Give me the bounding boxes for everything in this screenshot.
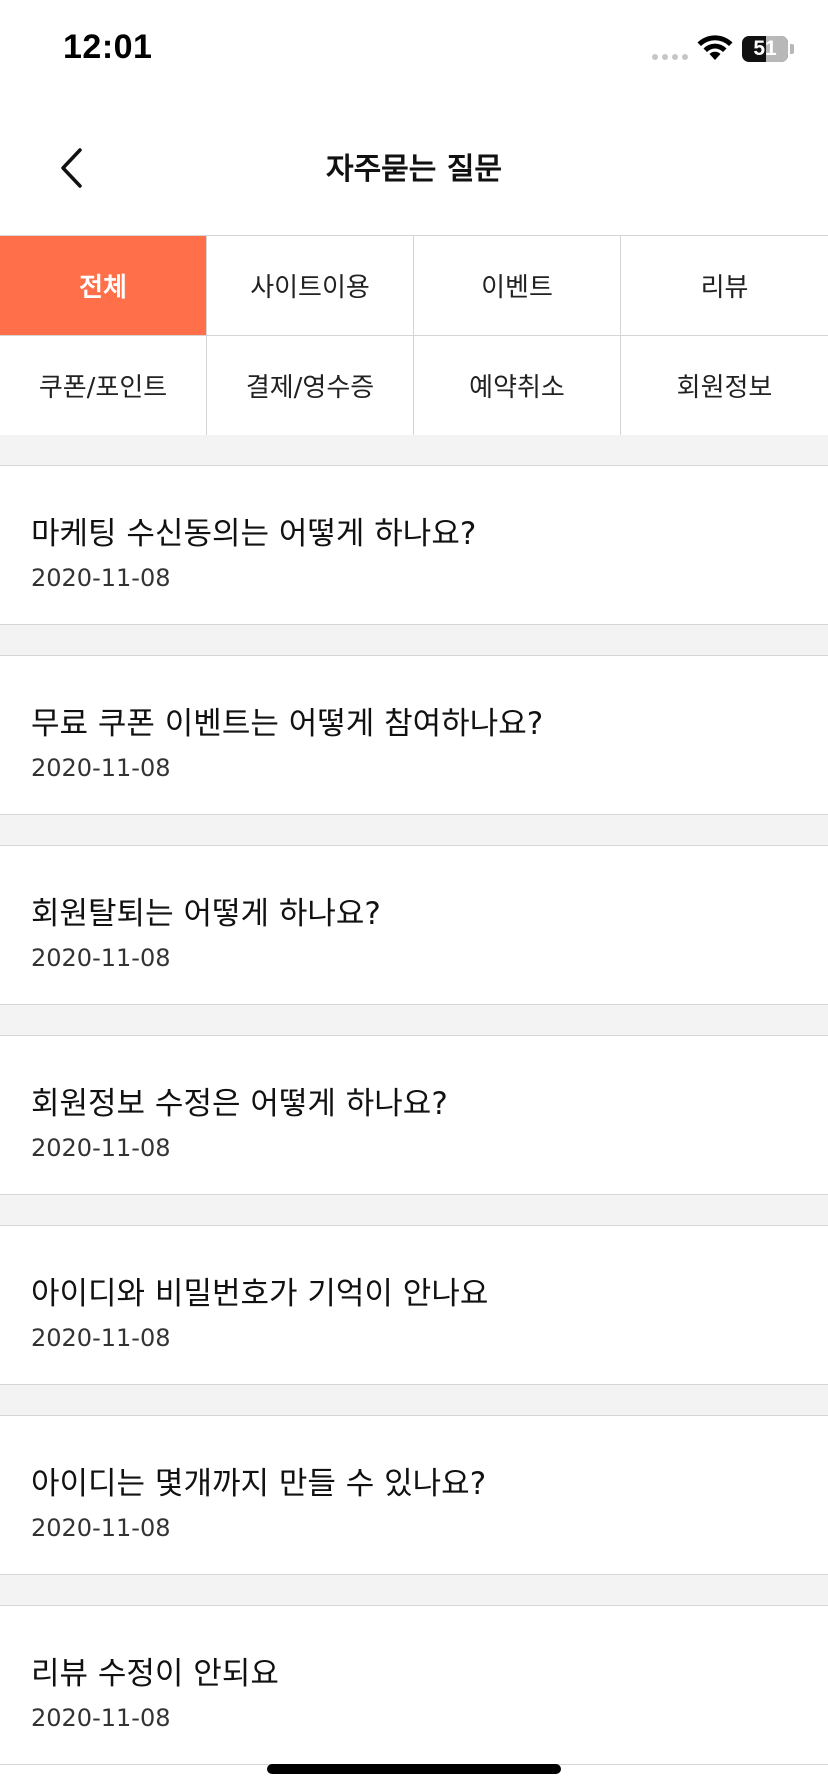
- faq-item[interactable]: 리뷰 수정이 안되요 2020-11-08: [0, 1605, 828, 1765]
- tab-reservation-cancel[interactable]: 예약취소: [414, 336, 621, 436]
- tab-payment-receipt[interactable]: 결제/영수증: [207, 336, 414, 436]
- tab-review[interactable]: 리뷰: [621, 236, 828, 336]
- wifi-icon: [697, 35, 733, 60]
- faq-date: 2020-11-08: [31, 564, 171, 592]
- page-title: 자주묻는 질문: [325, 152, 503, 187]
- faq-question: 무료 쿠폰 이벤트는 어떻게 참여하나요?: [31, 706, 544, 742]
- tab-coupon-point[interactable]: 쿠폰/포인트: [0, 336, 207, 436]
- faq-item[interactable]: 무료 쿠폰 이벤트는 어떻게 참여하나요? 2020-11-08: [0, 655, 828, 815]
- faq-date: 2020-11-08: [31, 1514, 171, 1542]
- faq-question: 아이디와 비밀번호가 기억이 안나요: [31, 1276, 489, 1312]
- status-bar: 12:01 51: [0, 0, 828, 100]
- faq-list: 마케팅 수신동의는 어떻게 하나요? 2020-11-08 무료 쿠폰 이벤트는…: [0, 435, 828, 1765]
- faq-question: 회원탈퇴는 어떻게 하나요?: [31, 896, 381, 932]
- faq-item[interactable]: 회원정보 수정은 어떻게 하나요? 2020-11-08: [0, 1035, 828, 1195]
- cellular-signal-icon: [652, 54, 688, 60]
- faq-date: 2020-11-08: [31, 1134, 171, 1162]
- status-time: 12:01: [63, 28, 153, 66]
- faq-screen: 12:01 51 자주묻는 질문 전체 사이트이용 이벤트 리뷰 쿠폰/포인트 …: [0, 0, 828, 1792]
- tab-all[interactable]: 전체: [0, 236, 207, 336]
- faq-question: 리뷰 수정이 안되요: [31, 1656, 279, 1692]
- faq-date: 2020-11-08: [31, 754, 171, 782]
- faq-item[interactable]: 아이디는 몇개까지 만들 수 있나요? 2020-11-08: [0, 1415, 828, 1575]
- tab-event[interactable]: 이벤트: [414, 236, 621, 336]
- faq-item[interactable]: 아이디와 비밀번호가 기억이 안나요 2020-11-08: [0, 1225, 828, 1385]
- battery-cap: [790, 44, 794, 54]
- faq-item[interactable]: 마케팅 수신동의는 어떻게 하나요? 2020-11-08: [0, 465, 828, 625]
- faq-date: 2020-11-08: [31, 1704, 171, 1732]
- faq-date: 2020-11-08: [31, 1324, 171, 1352]
- faq-question: 회원정보 수정은 어떻게 하나요?: [31, 1086, 448, 1122]
- tab-member-info[interactable]: 회원정보: [621, 336, 828, 436]
- faq-date: 2020-11-08: [31, 944, 171, 972]
- faq-question: 마케팅 수신동의는 어떻게 하나요?: [31, 516, 477, 552]
- tab-site-usage[interactable]: 사이트이용: [207, 236, 414, 336]
- faq-item[interactable]: 회원탈퇴는 어떻게 하나요? 2020-11-08: [0, 845, 828, 1005]
- battery-level: 51: [753, 37, 777, 60]
- category-tabs: 전체 사이트이용 이벤트 리뷰 쿠폰/포인트 결제/영수증 예약취소 회원정보: [0, 235, 828, 436]
- nav-header: 자주묻는 질문: [0, 100, 828, 236]
- faq-question: 아이디는 몇개까지 만들 수 있나요?: [31, 1466, 487, 1502]
- battery-icon: 51: [742, 36, 788, 62]
- home-indicator: [267, 1764, 561, 1774]
